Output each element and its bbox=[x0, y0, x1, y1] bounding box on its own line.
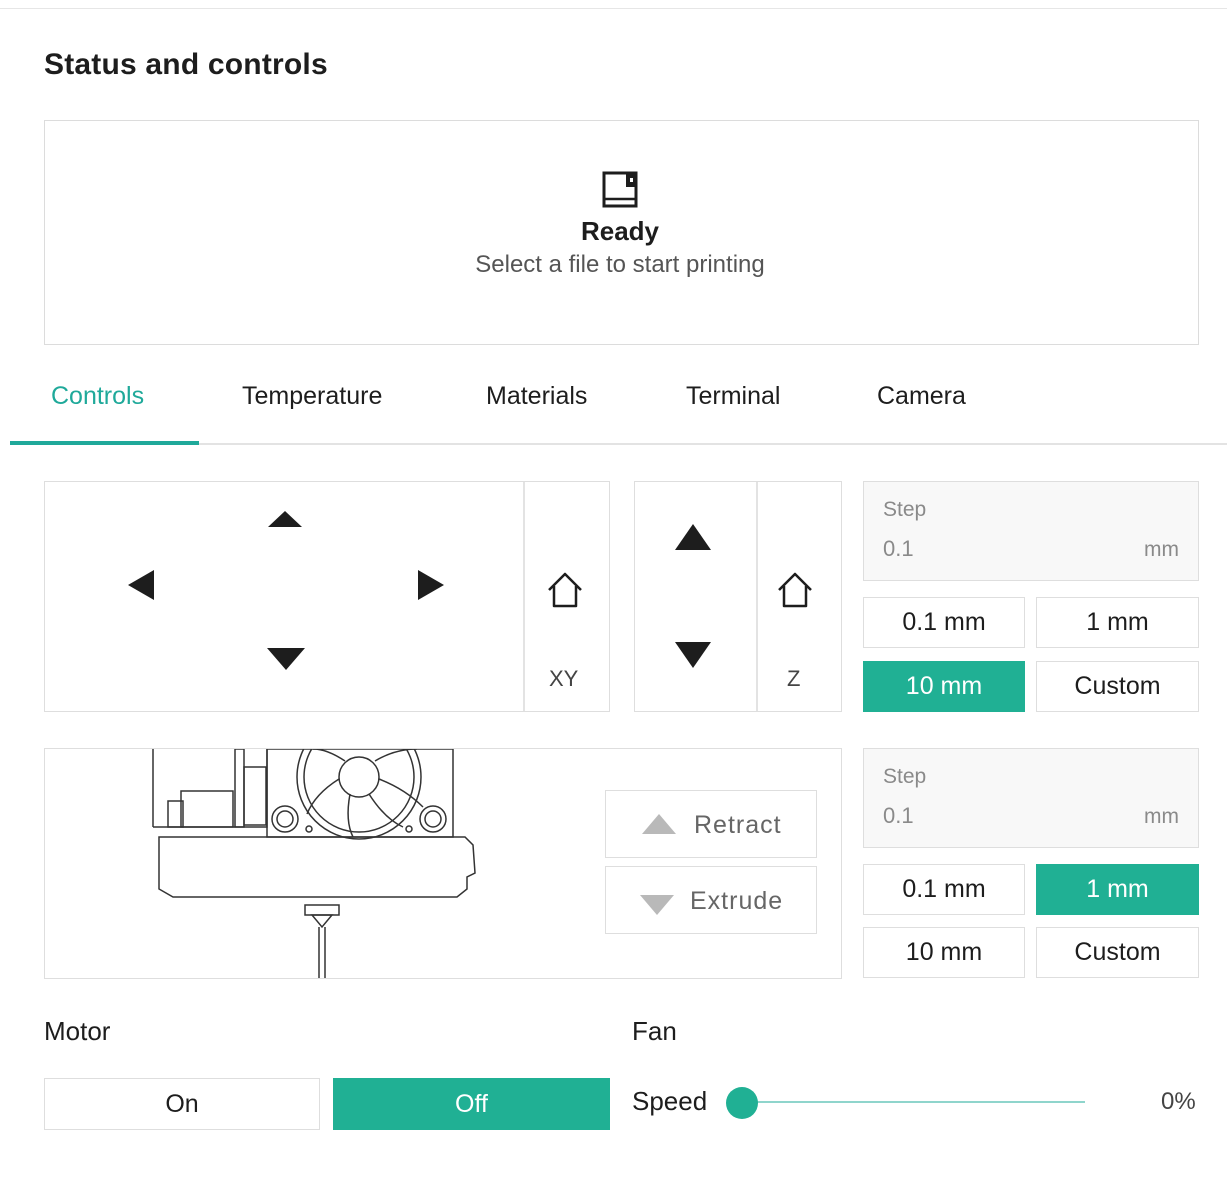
move-step-unit: mm bbox=[1144, 538, 1179, 561]
extruder-panel bbox=[44, 748, 842, 979]
move-x-left-arrow-icon[interactable] bbox=[126, 568, 156, 602]
tab-temperature[interactable]: Temperature bbox=[242, 382, 382, 411]
tab-materials[interactable]: Materials bbox=[486, 382, 587, 411]
fan-label: Fan bbox=[632, 1016, 677, 1046]
fan-speed-slider-thumb[interactable] bbox=[726, 1087, 758, 1119]
retract-arrow-icon bbox=[642, 814, 676, 834]
page-title: Status and controls bbox=[44, 48, 328, 81]
z-panel-divider bbox=[756, 482, 758, 711]
move-z-down-arrow-icon[interactable] bbox=[673, 640, 713, 670]
move-step-10mm-button[interactable]: 10 mm bbox=[863, 661, 1025, 712]
tab-controls[interactable]: Controls bbox=[51, 382, 144, 411]
extrude-step-custom-button[interactable]: Custom bbox=[1036, 927, 1199, 978]
home-xy-label: XY bbox=[549, 666, 579, 691]
printer-icon bbox=[602, 171, 638, 208]
home-z-icon[interactable] bbox=[775, 571, 815, 611]
extrude-step-unit: mm bbox=[1144, 805, 1179, 828]
tab-camera[interactable]: Camera bbox=[877, 382, 966, 411]
move-step-0-1mm-button[interactable]: 0.1 mm bbox=[863, 597, 1025, 648]
move-step-value: 0.1 bbox=[883, 536, 914, 561]
extrude-step-1mm-button[interactable]: 1 mm bbox=[1036, 864, 1199, 915]
fan-speed-value: 0% bbox=[1161, 1088, 1196, 1115]
extrude-step-value: 0.1 bbox=[883, 803, 914, 828]
top-divider bbox=[0, 8, 1227, 9]
move-step-label: Step bbox=[883, 498, 927, 521]
retract-label: Retract bbox=[694, 811, 782, 839]
motor-on-button[interactable]: On bbox=[44, 1078, 320, 1130]
home-z-label: Z bbox=[787, 666, 801, 691]
status-title: Ready bbox=[580, 216, 660, 246]
active-tab-indicator bbox=[10, 441, 199, 445]
xy-panel-divider bbox=[523, 482, 525, 711]
move-step-1mm-button[interactable]: 1 mm bbox=[1036, 597, 1199, 648]
extrude-button[interactable]: Extrude bbox=[605, 866, 817, 934]
move-step-custom-button[interactable]: Custom bbox=[1036, 661, 1199, 712]
extrude-step-field[interactable]: Step 0.1 mm bbox=[863, 748, 1199, 848]
status-subtitle: Select a file to start printing bbox=[475, 251, 765, 278]
extrude-label: Extrude bbox=[690, 887, 784, 915]
tab-terminal[interactable]: Terminal bbox=[686, 382, 780, 411]
home-xy-icon[interactable] bbox=[545, 571, 585, 611]
extruder-illustration bbox=[152, 749, 476, 978]
extrude-arrow-icon bbox=[640, 895, 674, 915]
motor-label: Motor bbox=[44, 1016, 111, 1046]
move-x-right-arrow-icon[interactable] bbox=[416, 568, 446, 602]
extrude-step-0-1mm-button[interactable]: 0.1 mm bbox=[863, 864, 1025, 915]
retract-button[interactable]: Retract bbox=[605, 790, 817, 858]
motor-off-button[interactable]: Off bbox=[333, 1078, 610, 1130]
fan-speed-slider-track[interactable] bbox=[742, 1101, 1085, 1103]
extrude-step-label: Step bbox=[883, 765, 927, 788]
move-y-up-arrow-icon[interactable] bbox=[266, 509, 304, 529]
move-z-up-arrow-icon[interactable] bbox=[673, 522, 713, 552]
move-step-field[interactable]: Step 0.1 mm bbox=[863, 481, 1199, 581]
fan-speed-label: Speed bbox=[632, 1086, 708, 1116]
move-y-down-arrow-icon[interactable] bbox=[265, 646, 307, 672]
extrude-step-10mm-button[interactable]: 10 mm bbox=[863, 927, 1025, 978]
